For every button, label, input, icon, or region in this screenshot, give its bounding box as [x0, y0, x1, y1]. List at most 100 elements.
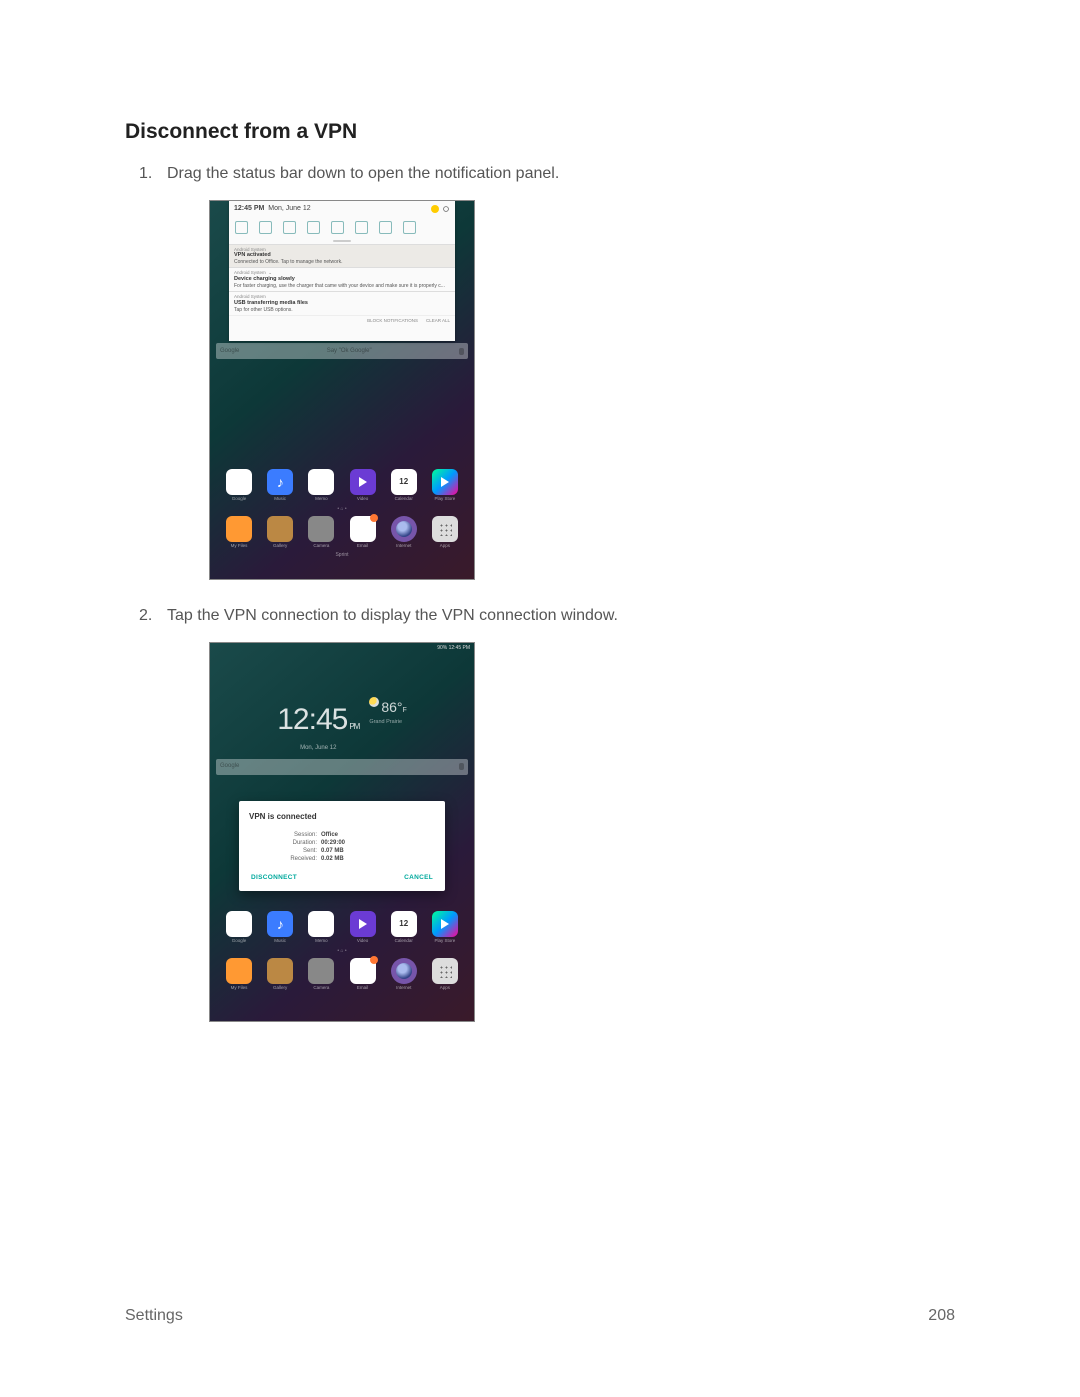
mic-icon[interactable] [459, 348, 464, 355]
panel-time: 12:45 PM [234, 205, 264, 212]
app-camera[interactable]: Camera [304, 958, 338, 992]
panel-header: 12:45 PM Mon, June 12 [229, 201, 455, 218]
notif-title: Device charging slowly [234, 276, 450, 283]
google-logo: Google [220, 762, 239, 771]
row-key: Received: [249, 855, 321, 863]
screen-icon[interactable] [403, 221, 416, 234]
home-dock: Google ♪Music Memo Video 12Calendar Play… [210, 467, 474, 579]
app-email[interactable]: Email [346, 516, 380, 550]
panel-drag-handle[interactable] [333, 240, 351, 242]
status-right: 90% 12:45 PM [437, 645, 470, 653]
app-music[interactable]: ♪Music [263, 469, 297, 503]
page-indicator: • ⌂ • [218, 947, 466, 957]
apps-grid-icon [438, 964, 452, 978]
app-internet[interactable]: Internet [387, 516, 421, 550]
bluetooth-icon[interactable] [283, 221, 296, 234]
weather-temp: 86° [381, 699, 402, 715]
app-my-files[interactable]: My Files [222, 958, 256, 992]
status-bar: 90% 12:45 PM [210, 643, 474, 655]
app-apps[interactable]: Apps [428, 516, 462, 550]
wifi-icon[interactable] [235, 221, 248, 234]
steps-list: Drag the status bar down to open the not… [125, 162, 955, 1022]
row-value: 00:29:00 [321, 839, 345, 847]
clock-ampm: PM [349, 722, 359, 731]
notification-panel: 12:45 PM Mon, June 12 [229, 201, 455, 341]
notif-body: Tap for other USB options. [234, 307, 450, 313]
globe-icon [396, 963, 412, 979]
panel-footer: BLOCK NOTIFICATIONS CLEAR ALL [229, 315, 455, 327]
notif-body: For faster charging, use the charger tha… [234, 283, 450, 289]
panel-date: Mon, June 12 [268, 205, 310, 212]
app-memo[interactable]: Memo [304, 469, 338, 503]
clock-time: 12:45 [277, 703, 347, 736]
app-apps[interactable]: Apps [428, 958, 462, 992]
app-gallery[interactable]: Gallery [263, 958, 297, 992]
page-footer: Settings 208 [125, 1307, 955, 1325]
app-music[interactable]: ♪Music [263, 911, 297, 945]
app-calendar[interactable]: 12Calendar [387, 469, 421, 503]
google-logo: Google [220, 347, 239, 356]
badge-icon [370, 514, 378, 522]
notif-body: Connected to Office. Tap to manage the n… [234, 259, 450, 265]
block-notifications-link[interactable]: BLOCK NOTIFICATIONS [367, 318, 418, 325]
globe-icon [396, 521, 412, 537]
disconnect-button[interactable]: DISCONNECT [251, 873, 297, 883]
app-camera[interactable]: Camera [304, 516, 338, 550]
app-email[interactable]: Email [346, 958, 380, 992]
cancel-button[interactable]: CANCEL [404, 873, 433, 883]
clock-widget: 12:45PM Mon, June 12 86°F Grand Prairie [210, 655, 474, 753]
gear-icon[interactable] [442, 205, 450, 213]
weather-location: Grand Prairie [369, 718, 406, 726]
step-1-text: Drag the status bar down to open the not… [167, 165, 559, 182]
notif-title: USB transferring media files [234, 300, 450, 307]
location-icon[interactable] [355, 221, 368, 234]
step-1: Drag the status bar down to open the not… [125, 162, 955, 580]
weather-icon [369, 697, 379, 707]
clear-all-link[interactable]: CLEAR ALL [426, 318, 450, 325]
app-internet[interactable]: Internet [387, 958, 421, 992]
screenshot-vpn-dialog: 90% 12:45 PM 12:45PM Mon, June 12 86°F G… [209, 642, 475, 1022]
screenshot-notification-panel: 12:45 PM Mon, June 12 [209, 200, 475, 580]
app-calendar[interactable]: 12Calendar [387, 911, 421, 945]
notif-source: Android System [234, 270, 266, 275]
weather-unit: F [402, 707, 406, 714]
page-indicator: • ⌂ • [218, 505, 466, 515]
google-search-bar[interactable]: Google [216, 759, 468, 775]
rotate-icon[interactable] [307, 221, 320, 234]
apps-grid-icon [438, 522, 452, 536]
home-dock: Google ♪Music Memo Video 12Calendar Play… [210, 909, 474, 1021]
row-key: Sent: [249, 847, 321, 855]
brightness-icon[interactable] [431, 205, 439, 213]
step-2-text: Tap the VPN connection to display the VP… [167, 607, 618, 624]
section-heading: Disconnect from a VPN [125, 120, 955, 144]
weather-widget: 86°F Grand Prairie [369, 697, 406, 726]
badge-icon [370, 956, 378, 964]
app-video[interactable]: Video [346, 469, 380, 503]
app-video[interactable]: Video [346, 911, 380, 945]
row-key: Duration: [249, 839, 321, 847]
clock-date: Mon, June 12 [277, 744, 359, 753]
app-google[interactable]: Google [222, 911, 256, 945]
flashlight-icon[interactable] [379, 221, 392, 234]
app-gallery[interactable]: Gallery [263, 516, 297, 550]
mic-icon[interactable] [459, 763, 464, 770]
app-play-store[interactable]: Play Store [428, 911, 462, 945]
row-value: Office [321, 831, 338, 839]
notification-charging[interactable]: Android System ⌄ Device charging slowly … [229, 267, 455, 291]
notification-usb[interactable]: Android System USB transferring media fi… [229, 291, 455, 315]
sound-icon[interactable] [259, 221, 272, 234]
vpn-dialog: VPN is connected Session:Office Duration… [239, 801, 445, 891]
footer-section: Settings [125, 1307, 183, 1325]
google-search-bar[interactable]: Google Say "Ok Google" [216, 343, 468, 359]
airplane-icon[interactable] [331, 221, 344, 234]
row-value: 0.07 MB [321, 847, 344, 855]
quick-settings-row [229, 218, 455, 238]
app-my-files[interactable]: My Files [222, 516, 256, 550]
app-google[interactable]: Google [222, 469, 256, 503]
app-play-store[interactable]: Play Store [428, 469, 462, 503]
dialog-title: VPN is connected [249, 811, 435, 823]
row-value: 0.02 MB [321, 855, 344, 863]
notification-vpn[interactable]: Android System VPN activated Connected t… [229, 244, 455, 268]
row-key: Session: [249, 831, 321, 839]
app-memo[interactable]: Memo [304, 911, 338, 945]
